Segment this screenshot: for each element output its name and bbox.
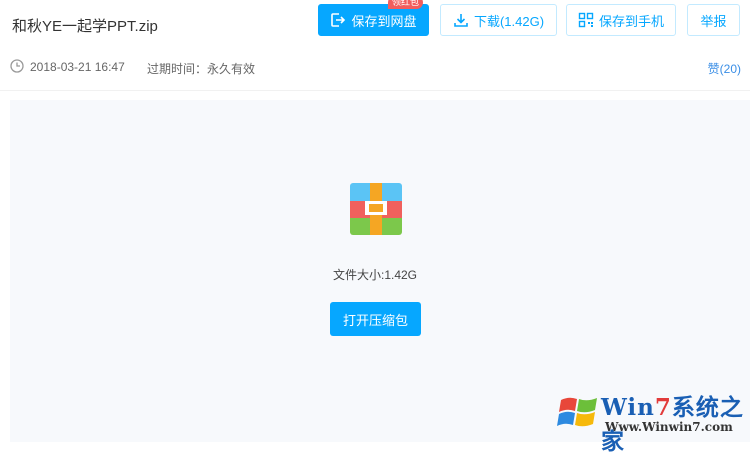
clock-icon xyxy=(10,59,24,73)
file-meta: 2018-03-21 16:47 过期时间：永久有效 赞(20) xyxy=(0,52,750,82)
report-button[interactable]: 举报 xyxy=(687,4,740,36)
header: 和秋YE一起学PPT.zip 保存到网盘 领红包 下载(1.42G) 保存到手机… xyxy=(0,0,750,44)
file-title: 和秋YE一起学PPT.zip xyxy=(12,18,158,35)
watermark-url: Www.Winwin7.com xyxy=(605,420,733,434)
save-to-phone-button[interactable]: 保存到手机 xyxy=(566,4,676,36)
download-button[interactable]: 下载(1.42G) xyxy=(440,4,557,36)
report-label: 举报 xyxy=(700,13,727,29)
like-link[interactable]: 赞(20) xyxy=(708,60,741,77)
expire-time: 过期时间：永久有效 xyxy=(147,62,256,76)
file-size: 文件大小:1.42G xyxy=(332,268,418,282)
zip-archive-icon xyxy=(350,183,402,235)
save-icon xyxy=(331,13,346,27)
open-archive-button[interactable]: 打开压缩包 xyxy=(330,302,421,336)
download-label: 下载(1.42G) xyxy=(473,13,545,29)
download-icon xyxy=(454,14,468,27)
save-to-netdisk-label: 保存到网盘 xyxy=(351,13,417,29)
watermark: Win7系统之家 Www.Winwin7.com xyxy=(553,382,750,455)
red-packet-badge: 领红包 xyxy=(388,0,424,9)
windows-logo-icon xyxy=(557,397,597,427)
divider xyxy=(0,90,750,91)
qrcode-icon xyxy=(578,12,594,28)
save-to-phone-label: 保存到手机 xyxy=(598,13,664,29)
share-time: 2018-03-21 16:47 xyxy=(30,60,125,74)
